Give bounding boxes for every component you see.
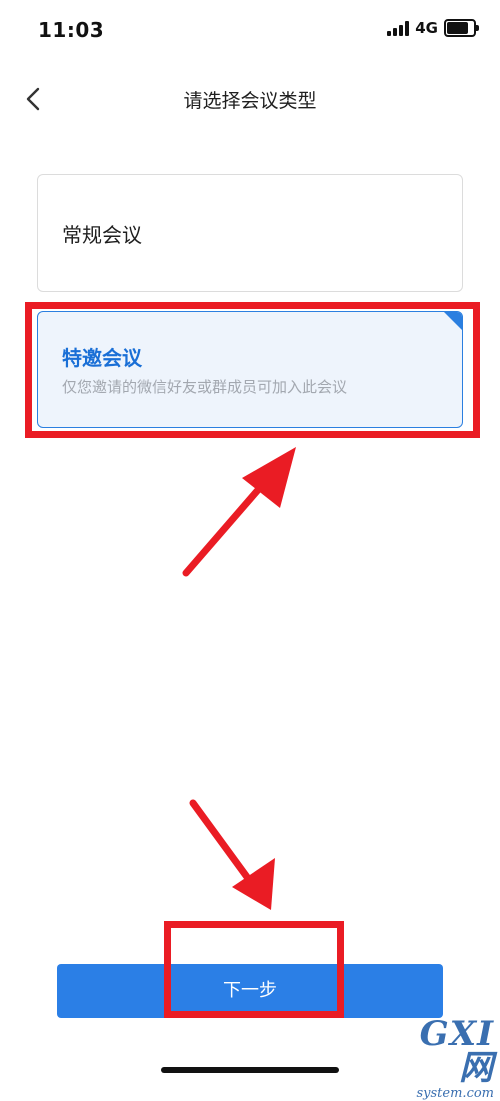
watermark-main: GXI网 <box>419 1014 494 1088</box>
status-icons: 4G <box>387 19 479 37</box>
option-regular-meeting[interactable]: 常规会议 <box>37 174 463 292</box>
home-indicator <box>161 1067 339 1073</box>
option-title: 常规会议 <box>62 223 142 247</box>
arrow-down-icon <box>189 799 275 910</box>
network-type: 4G <box>415 19 438 37</box>
arrow-up-icon <box>182 447 296 577</box>
status-time: 11:03 <box>38 18 105 42</box>
watermark-logo: GXI网 system.com <box>386 1017 495 1100</box>
signal-icon <box>387 20 410 36</box>
annotation-highlight-box <box>164 921 344 1018</box>
page-title: 请选择会议类型 <box>183 90 317 112</box>
battery-icon <box>444 19 479 37</box>
status-bar: 11:03 4G <box>0 0 500 60</box>
annotation-highlight-box <box>25 302 480 438</box>
watermark-sub: system.com <box>416 1086 495 1101</box>
